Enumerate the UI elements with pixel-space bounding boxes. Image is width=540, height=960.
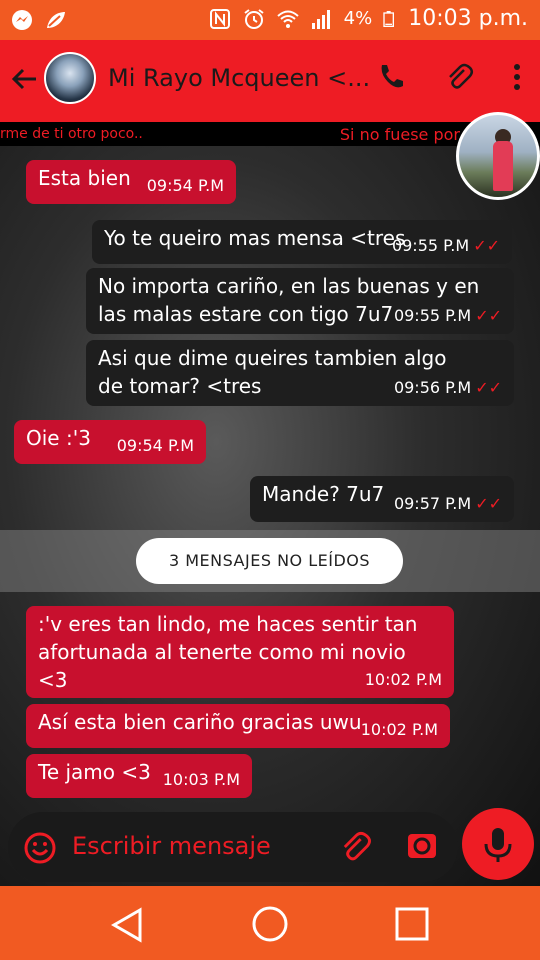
message-time-wrap: 09:55 P.M ✓✓ — [392, 232, 500, 260]
message-time: 09:54 P.M — [116, 436, 194, 455]
more-vert-icon[interactable] — [512, 62, 522, 92]
ticker-left-text: rme de ti otro poco.. — [0, 126, 143, 142]
message-time: 10:03 P.M — [162, 770, 240, 789]
message-outgoing[interactable]: Asi que dime queires tambien algo de tom… — [86, 340, 514, 406]
message-time: 09:57 P.M — [393, 494, 472, 513]
battery-icon — [383, 10, 395, 27]
status-bar: 4% 10:03 p.m. — [0, 0, 540, 40]
message-text: Oie :'3 — [26, 426, 91, 450]
message-composer — [8, 812, 458, 882]
message-time-wrap: 09:57 P.M ✓✓ — [394, 490, 502, 518]
back-arrow-icon[interactable] — [10, 64, 40, 94]
status-bar-left — [10, 8, 68, 32]
message-outgoing[interactable]: Yo te queiro mas mensa <tres 09:55 P.M ✓✓ — [92, 220, 512, 264]
message-outgoing[interactable]: Mande? 7u7 09:57 P.M ✓✓ — [250, 476, 514, 522]
message-text: Así esta bien cariño gracias uwu — [38, 710, 362, 734]
message-text: Te jamo <3 — [38, 760, 151, 784]
double-check-icon: ✓✓ — [473, 236, 500, 255]
message-time-wrap: 09:55 P.M ✓✓ — [394, 302, 502, 330]
signal-icon — [311, 9, 330, 29]
message-time: 09:55 P.M — [393, 306, 472, 325]
message-text: Yo te queiro mas mensa <tres — [104, 226, 406, 250]
photo-person-body — [493, 141, 513, 191]
clock: 10:03 p.m. — [408, 6, 528, 31]
message-time: 09:56 P.M — [393, 378, 472, 397]
message-time: 10:02 P.M — [364, 670, 442, 689]
message-text: Esta bien — [38, 166, 131, 190]
wifi-icon — [276, 10, 299, 28]
attach-icon[interactable] — [338, 830, 372, 864]
message-time: 09:54 P.M — [146, 176, 224, 195]
contact-name[interactable]: Mi Rayo Mcqueen <... — [108, 64, 370, 92]
chat-header: Mi Rayo Mcqueen <... — [0, 40, 540, 122]
leaf-icon — [47, 12, 65, 28]
system-nav-bar — [0, 886, 540, 960]
profile-photo-bubble[interactable] — [456, 112, 540, 200]
alarm-icon — [244, 8, 264, 29]
message-incoming[interactable]: Esta bien 09:54 P.M — [26, 160, 236, 204]
emoji-icon[interactable] — [24, 832, 56, 864]
double-check-icon: ✓✓ — [475, 306, 502, 325]
phone-icon[interactable] — [376, 62, 406, 92]
header-actions — [376, 62, 522, 92]
nfc-icon — [209, 8, 230, 29]
message-text: Mande? 7u7 — [262, 482, 385, 506]
unread-messages-badge: 3 MENSAJES NO LEÍDOS — [136, 538, 403, 584]
nav-back-icon[interactable] — [108, 906, 146, 944]
messenger-icon — [12, 10, 32, 30]
message-incoming[interactable]: Así esta bien cariño gracias uwu 10:02 P… — [26, 704, 450, 748]
message-incoming[interactable]: :'v eres tan lindo, me haces sentir tan … — [26, 606, 454, 698]
message-time: 10:02 P.M — [360, 720, 438, 739]
contact-avatar[interactable] — [44, 52, 96, 104]
ticker-right-text: Si no fuese por — [339, 125, 460, 144]
double-check-icon: ✓✓ — [475, 378, 502, 397]
nav-home-icon[interactable] — [250, 904, 290, 944]
paperclip-icon[interactable] — [444, 62, 474, 92]
chat-area[interactable]: Esta bien 09:54 P.M Yo te queiro mas men… — [0, 146, 540, 886]
message-incoming[interactable]: Oie :'3 09:54 P.M — [14, 420, 206, 464]
double-check-icon: ✓✓ — [475, 494, 502, 513]
battery-percent: 4% — [343, 8, 373, 29]
message-incoming[interactable]: Te jamo <3 10:03 P.M — [26, 754, 252, 798]
message-outgoing[interactable]: No importa cariño, en las buenas y en la… — [86, 268, 514, 334]
nav-recent-apps-icon[interactable] — [394, 906, 430, 942]
message-input[interactable] — [72, 832, 312, 860]
message-time: 09:55 P.M — [391, 236, 470, 255]
camera-icon[interactable] — [406, 830, 438, 862]
message-time-wrap: 09:56 P.M ✓✓ — [394, 374, 502, 402]
mic-button[interactable] — [462, 808, 534, 880]
mic-icon — [484, 828, 512, 862]
status-bar-right: 4% 10:03 p.m. — [208, 6, 528, 31]
